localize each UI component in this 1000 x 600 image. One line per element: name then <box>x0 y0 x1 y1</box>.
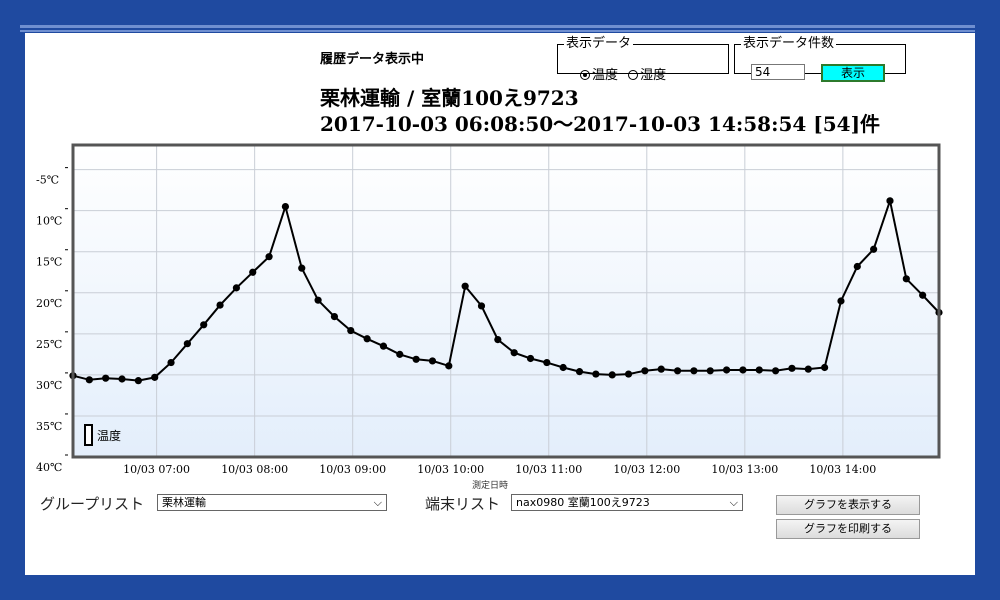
x-tick-label: 10/03 12:00 <box>613 463 680 476</box>
data-point <box>216 301 224 309</box>
data-point <box>347 326 355 335</box>
data-point <box>102 374 110 382</box>
data-point <box>673 367 682 375</box>
data-point <box>608 371 616 379</box>
data-point <box>461 282 469 290</box>
legend-label: 温度 <box>97 428 121 443</box>
x-tick-label: 10/03 08:00 <box>221 463 288 476</box>
x-tick-label: 10/03 11:00 <box>515 463 582 476</box>
y-tick-label: 15℃ <box>36 256 62 269</box>
data-point <box>200 321 208 329</box>
data-point <box>837 297 845 305</box>
terminal-list-value: nax0980 室蘭100え9723 <box>516 496 650 509</box>
data-point <box>249 268 257 276</box>
data-point <box>575 368 584 376</box>
data-point <box>151 373 159 381</box>
data-point <box>772 367 780 375</box>
data-point <box>706 367 714 375</box>
group-list-label: グループリスト <box>40 495 145 513</box>
data-point <box>494 335 502 344</box>
data-point <box>330 313 339 321</box>
plot-area <box>73 145 939 457</box>
data-point <box>428 357 437 365</box>
x-axis-label: 測定日時 <box>472 479 508 491</box>
data-point <box>902 275 910 283</box>
data-point <box>526 354 535 363</box>
data-point <box>870 245 878 253</box>
terminal-list-select[interactable]: nax0980 室蘭100え9723 ⌵ <box>511 494 743 511</box>
data-point <box>853 262 861 271</box>
data-point <box>722 366 731 374</box>
data-point <box>510 349 518 357</box>
data-point <box>412 355 420 363</box>
data-point <box>788 364 796 372</box>
data-point <box>739 366 747 374</box>
data-point <box>543 358 551 367</box>
data-point <box>85 376 93 384</box>
y-tick-label: 25℃ <box>36 338 62 351</box>
data-point <box>379 342 388 350</box>
x-tick-label: 10/03 09:00 <box>319 463 386 476</box>
terminal-list-label: 端末リスト <box>425 495 501 513</box>
y-tick-label: 30℃ <box>36 379 62 392</box>
x-tick-label: 10/03 07:00 <box>123 463 190 476</box>
data-point <box>363 335 371 343</box>
y-tick-label: 20℃ <box>36 297 62 310</box>
data-point <box>232 284 240 292</box>
data-point <box>641 367 649 375</box>
y-tick-label: 10℃ <box>36 215 62 228</box>
data-point <box>445 362 453 370</box>
data-point <box>657 365 665 373</box>
y-tick-label: -5℃ <box>36 174 59 187</box>
group-list-select[interactable]: 栗林運輸 ⌵ <box>157 494 387 511</box>
chevron-down-icon: ⌵ <box>729 496 738 509</box>
data-point <box>314 296 322 304</box>
data-point <box>804 365 812 373</box>
data-point <box>298 264 306 272</box>
y-tick-label: 35℃ <box>36 420 62 433</box>
x-tick-label: 10/03 10:00 <box>417 463 484 476</box>
data-point <box>592 370 600 378</box>
data-point <box>477 302 486 310</box>
data-point <box>396 350 404 358</box>
print-graph-button[interactable]: グラフを印刷する <box>776 519 920 539</box>
legend-swatch <box>84 424 93 446</box>
data-point <box>281 202 290 211</box>
data-point <box>886 197 894 205</box>
data-point <box>118 375 126 383</box>
data-point <box>624 370 633 378</box>
data-point <box>821 363 829 372</box>
data-point <box>559 363 567 372</box>
data-point <box>134 377 142 385</box>
y-tick-label: 40℃ <box>36 461 62 474</box>
data-point <box>690 367 698 375</box>
group-list-value: 栗林運輸 <box>162 496 206 509</box>
x-tick-label: 10/03 14:00 <box>809 463 876 476</box>
data-point <box>183 340 191 348</box>
x-tick-label: 10/03 13:00 <box>711 463 778 476</box>
data-point <box>755 366 763 374</box>
data-point <box>919 291 927 299</box>
data-point <box>167 358 175 367</box>
data-point <box>265 253 273 261</box>
show-graph-button[interactable]: グラフを表示する <box>776 495 920 515</box>
chevron-down-icon: ⌵ <box>373 496 382 509</box>
